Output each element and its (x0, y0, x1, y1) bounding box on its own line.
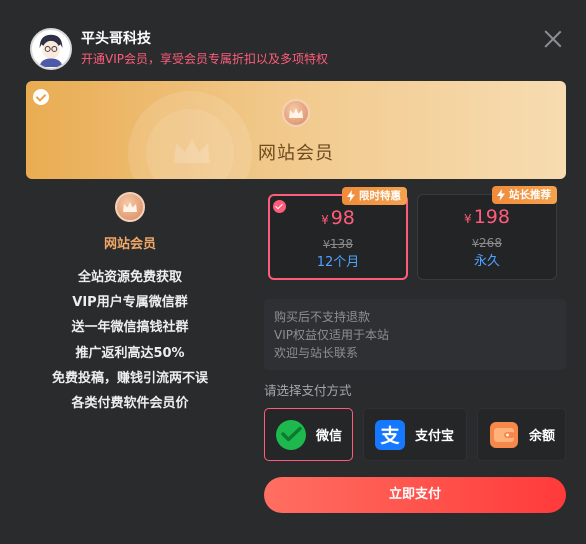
benefits-title: 网站会员 (103, 237, 156, 252)
plan-price: ¥198 (464, 206, 510, 228)
modal-header: 平头哥科技 开通VIP会员，享受会员专属折扣以及多项特权 (30, 28, 328, 70)
payment-option-alipay[interactable]: 支 支付宝 (363, 408, 467, 461)
plan-card-12-months[interactable]: 限时特惠 ¥98 ¥138 12个月 (268, 187, 408, 280)
plan-tag-badge: 限时特惠 (342, 187, 407, 205)
lightning-icon (497, 189, 505, 201)
wallet-icon (488, 419, 520, 451)
payment-option-wechat[interactable]: 微信 (264, 408, 353, 461)
plan-tag-label: 站长推荐 (509, 189, 551, 201)
membership-banner[interactable]: 网站会员 (26, 81, 566, 179)
payment-method-label: 请选择支付方式 (264, 383, 352, 398)
close-icon[interactable] (544, 30, 562, 48)
plan-tag-label: 限时特惠 (359, 190, 401, 202)
banner-check-icon (33, 89, 49, 105)
crown-icon (289, 108, 303, 118)
payment-label: 余额 (529, 429, 556, 444)
note-line: VIP权益仅适用于本站 (274, 328, 389, 342)
lightning-icon (347, 190, 355, 202)
benefits-list: 全站资源免费获取 VIP用户专属微信群 送一年微信搞钱社群 推广返利高达50% … (40, 265, 220, 416)
benefit-item: 全站资源免费获取 (77, 270, 182, 285)
note-line: 购买后不支持退款 (274, 310, 371, 324)
plan-original-price: ¥138 (323, 237, 353, 251)
banner-decoration (128, 91, 252, 179)
banner-title: 网站会员 (258, 143, 334, 164)
header-subtitle: 开通VIP会员，享受会员专属折扣以及多项特权 (81, 52, 328, 66)
wechat-pay-icon (275, 419, 307, 451)
avatar (30, 28, 72, 70)
plan-card-lifetime[interactable]: 站长推荐 ¥198 ¥268 永久 (417, 186, 557, 280)
banner-crown-badge (282, 99, 310, 127)
payment-option-balance[interactable]: 余额 (477, 408, 566, 461)
svg-text:支: 支 (379, 425, 400, 447)
payment-label: 微信 (316, 429, 343, 444)
plan-price: ¥98 (321, 207, 355, 229)
pay-now-button[interactable]: 立即支付 (264, 477, 566, 513)
plan-original-price: ¥268 (472, 236, 502, 250)
benefit-item: 免费投稿，赚钱引流两不误 (51, 370, 208, 386)
benefit-item: 推广返利高达50% (75, 345, 185, 361)
benefit-item: 送一年微信搞钱社群 (71, 320, 189, 336)
benefit-item: 各类付费软件会员价 (71, 396, 189, 412)
note-line: 欢迎与站长联系 (274, 346, 359, 360)
plan-duration: 永久 (473, 254, 500, 269)
crown-badge-icon (115, 192, 145, 222)
payment-label: 支付宝 (415, 429, 455, 444)
purchase-notes: 购买后不支持退款 VIP权益仅适用于本站 欢迎与站长联系 (264, 299, 566, 370)
plan-duration: 12个月 (316, 255, 360, 270)
crown-icon (123, 202, 137, 212)
vip-modal: 平头哥科技 开通VIP会员，享受会员专属折扣以及多项特权 网站会员 网站会员 全… (0, 0, 586, 544)
alipay-icon: 支 (374, 419, 406, 451)
benefits-panel: 网站会员 全站资源免费获取 VIP用户专属微信群 送一年微信搞钱社群 推广返利高… (40, 192, 220, 416)
plan-tag-badge: 站长推荐 (492, 186, 557, 204)
site-name: 平头哥科技 (81, 31, 151, 47)
selected-check-icon (273, 200, 286, 213)
benefit-item: VIP用户专属微信群 (72, 295, 188, 311)
